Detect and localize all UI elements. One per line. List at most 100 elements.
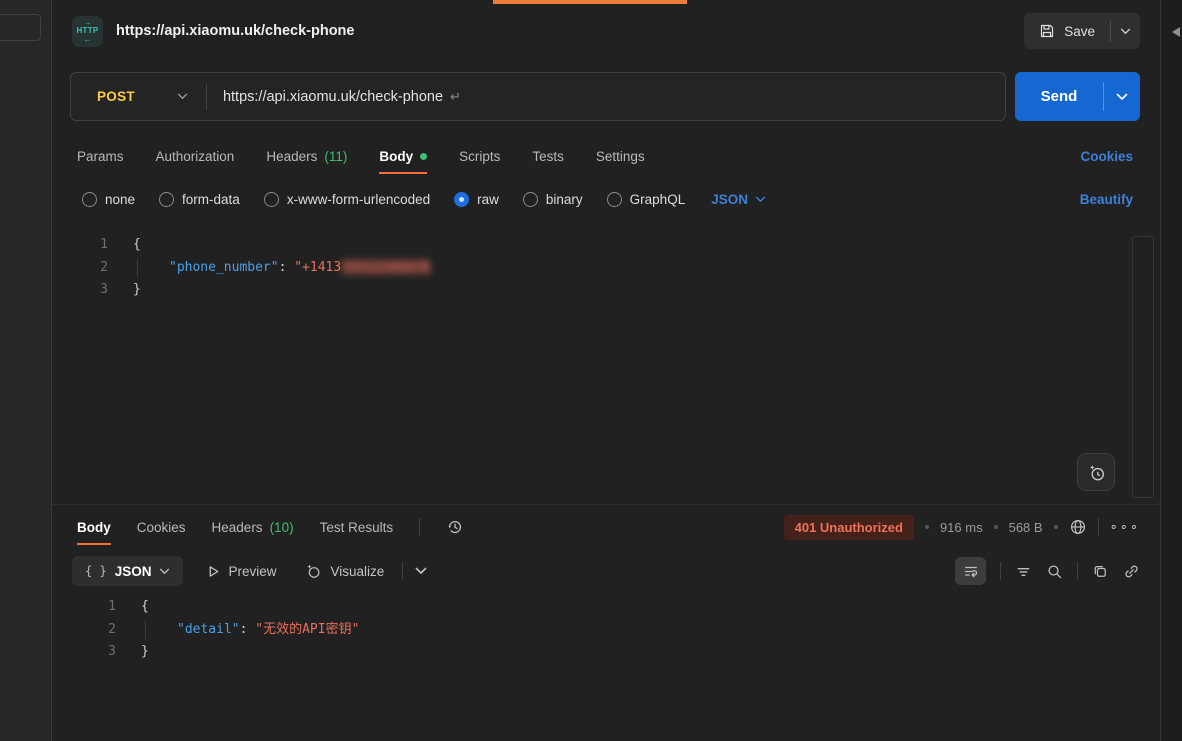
return-key-icon: ↵ (450, 89, 461, 105)
response-tab-test-results[interactable]: Test Results (320, 509, 394, 545)
divider (52, 504, 1160, 505)
preview-button[interactable]: Preview (207, 564, 276, 579)
radio-checked-icon (454, 192, 469, 207)
line-number: 3 (52, 279, 108, 302)
response-status-group: 401 Unauthorized 916 ms 568 B ∘∘∘ (784, 515, 1140, 540)
send-button-group: Send (1015, 72, 1140, 121)
response-history-button[interactable] (446, 518, 464, 536)
link-button[interactable] (1123, 563, 1140, 580)
code-line: 1 { (52, 596, 1133, 619)
wrap-text-button[interactable] (955, 557, 986, 585)
response-tab-cookies[interactable]: Cookies (137, 509, 186, 545)
save-button-group: Save (1024, 13, 1140, 49)
radio-none[interactable]: none (82, 192, 135, 207)
globe-icon (1069, 518, 1087, 536)
visualize-label: Visualize (330, 564, 384, 579)
tab-settings[interactable]: Settings (596, 138, 645, 174)
preview-label: Preview (228, 564, 276, 579)
collapse-panel-icon[interactable] (1172, 27, 1180, 37)
more-options-icon[interactable]: ∘∘∘ (1110, 519, 1140, 535)
divider (1098, 518, 1099, 536)
method-dropdown-button[interactable] (177, 93, 188, 100)
code-line: 2 "detail": "无效的API密钥" (52, 619, 1133, 642)
json-value: "无效的API密钥" (255, 622, 359, 637)
url-bar: POST https://api.xiaomu.uk/check-phone ↵ (70, 72, 1006, 121)
json-value-visible: "+1413 (294, 260, 341, 275)
copy-button[interactable] (1092, 563, 1109, 580)
search-icon (1046, 563, 1063, 580)
response-tab-headers[interactable]: Headers(10) (212, 509, 294, 545)
postbot-button[interactable] (1077, 453, 1115, 491)
save-button[interactable]: Save (1024, 13, 1110, 49)
filter-button[interactable] (1015, 563, 1032, 580)
tab-authorization[interactable]: Authorization (156, 138, 235, 174)
search-button[interactable] (1046, 563, 1063, 580)
radio-graphql[interactable]: GraphQL (607, 192, 686, 207)
tab-tests[interactable]: Tests (532, 138, 564, 174)
protocol-label: HTTP (76, 27, 98, 35)
link-icon (1123, 563, 1140, 580)
sidebar-collapsed-item[interactable] (0, 14, 41, 41)
line-number: 2 (52, 619, 116, 642)
save-icon (1039, 23, 1055, 39)
line-number: 1 (52, 596, 116, 619)
radio-icon (82, 192, 97, 207)
tab-label: Params (77, 149, 124, 164)
visualize-button[interactable]: Visualize (304, 562, 384, 580)
beautify-link[interactable]: Beautify (1080, 192, 1133, 207)
method-selector[interactable]: POST (97, 89, 135, 104)
request-tabs: Params Authorization Headers(11) Body Sc… (77, 138, 1133, 174)
separator-dot (994, 525, 998, 529)
divider (1000, 562, 1001, 580)
copy-icon (1092, 563, 1109, 580)
divider (206, 84, 207, 110)
save-options-button[interactable] (1111, 13, 1140, 49)
tab-body[interactable]: Body (379, 138, 427, 174)
radio-form-data[interactable]: form-data (159, 192, 240, 207)
radio-binary[interactable]: binary (523, 192, 583, 207)
tab-label: Authorization (156, 149, 235, 164)
tab-headers[interactable]: Headers(11) (266, 138, 347, 174)
arrow-left-icon: ← (84, 36, 92, 44)
radio-raw[interactable]: raw (454, 192, 499, 207)
code-line: 1 { (52, 234, 1133, 257)
divider (1077, 562, 1078, 580)
radio-icon (523, 192, 538, 207)
send-button[interactable]: Send (1015, 72, 1103, 121)
language-label: JSON (711, 192, 748, 207)
radio-label: form-data (182, 192, 240, 207)
chevron-down-icon (177, 93, 188, 100)
network-info-button[interactable] (1069, 518, 1087, 536)
line-number: 2 (52, 257, 108, 280)
tab-label: Body (379, 149, 413, 164)
response-format-selector[interactable]: { } JSON (72, 556, 183, 586)
separator-dot (1054, 525, 1058, 529)
tab-label: Cookies (137, 520, 186, 535)
tab-params[interactable]: Params (77, 138, 124, 174)
response-size: 568 B (1009, 520, 1043, 535)
tab-scripts[interactable]: Scripts (459, 138, 500, 174)
left-sidebar[interactable] (0, 0, 52, 741)
json-key: "detail" (177, 622, 240, 637)
radio-label: GraphQL (630, 192, 686, 207)
response-tab-body[interactable]: Body (77, 509, 111, 545)
editor-scrollbar[interactable] (1132, 236, 1154, 498)
colon: : (279, 260, 295, 275)
wrap-text-icon (963, 563, 979, 579)
open-brace: { (133, 237, 141, 252)
json-key: "phone_number" (169, 260, 279, 275)
toolbar-collapse-button[interactable] (415, 567, 427, 575)
radio-x-www-form-urlencoded[interactable]: x-www-form-urlencoded (264, 192, 430, 207)
response-toolbar: { } JSON Preview Visualize (72, 555, 1140, 587)
chevron-down-icon (1120, 28, 1131, 35)
request-body-editor[interactable]: 1 { 2 "phone_number": "+141355512345678 … (52, 234, 1133, 302)
radio-label: none (105, 192, 135, 207)
cookies-link[interactable]: Cookies (1080, 149, 1133, 164)
tab-label: Tests (532, 149, 564, 164)
headers-count-badge: (11) (324, 149, 347, 164)
send-options-button[interactable] (1104, 72, 1140, 121)
response-body-viewer[interactable]: 1 { 2 "detail": "无效的API密钥" 3 } (52, 596, 1133, 664)
url-input[interactable]: https://api.xiaomu.uk/check-phone (223, 89, 443, 105)
history-icon (446, 518, 464, 536)
language-selector[interactable]: JSON (711, 192, 766, 207)
